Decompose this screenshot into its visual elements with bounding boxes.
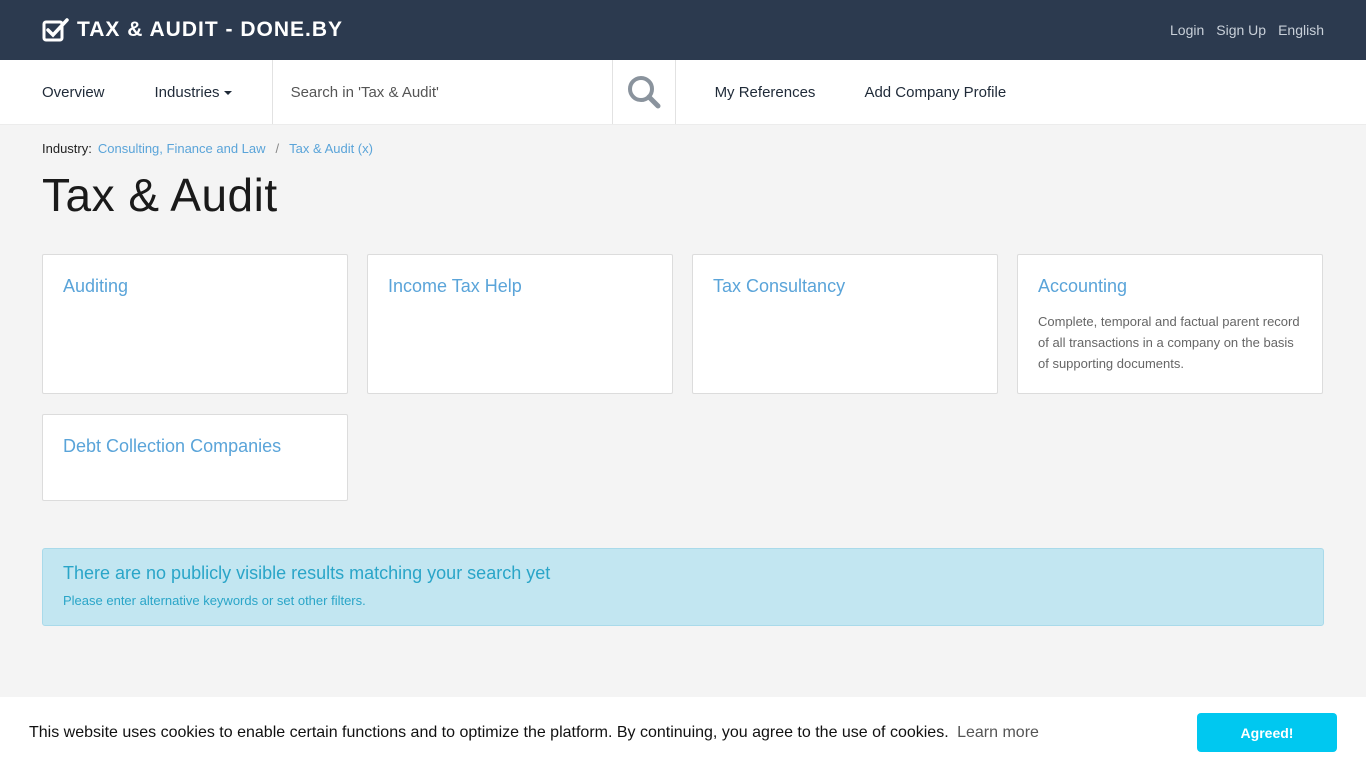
breadcrumb-current[interactable]: Tax & Audit (x) bbox=[289, 141, 373, 156]
category-card[interactable]: Income Tax Help bbox=[367, 254, 673, 394]
nav-overview[interactable]: Overview bbox=[0, 60, 105, 124]
card-description: Complete, temporal and factual parent re… bbox=[1038, 314, 1300, 371]
cookie-text: This website uses cookies to enable cert… bbox=[29, 723, 949, 741]
brand-name: TAX & AUDIT - DONE.BY bbox=[77, 18, 343, 41]
category-card[interactable]: Accounting Complete, temporal and factua… bbox=[1017, 254, 1323, 394]
breadcrumb-prefix: Industry: bbox=[42, 141, 92, 156]
card-title[interactable]: Auditing bbox=[63, 276, 327, 297]
cookie-learn-more-link[interactable]: Learn more bbox=[957, 724, 1039, 741]
cookie-message: This website uses cookies to enable cert… bbox=[29, 724, 1039, 742]
cookie-banner: This website uses cookies to enable cert… bbox=[0, 697, 1366, 768]
main-content: Industry: Consulting, Finance and Law / … bbox=[0, 141, 1366, 626]
top-links: Login Sign Up English bbox=[1170, 22, 1324, 38]
category-card[interactable]: Auditing bbox=[42, 254, 348, 394]
top-header: TAX & AUDIT - DONE.BY Login Sign Up Engl… bbox=[0, 0, 1366, 60]
nav-add-company-profile[interactable]: Add Company Profile bbox=[825, 84, 1016, 101]
page-title: Tax & Audit bbox=[42, 169, 278, 221]
nav-industries-dropdown[interactable]: Industries bbox=[105, 60, 272, 124]
signup-link[interactable]: Sign Up bbox=[1216, 22, 1266, 38]
alert-text: Please enter alternative keywords or set… bbox=[63, 593, 366, 608]
breadcrumb: Industry: Consulting, Finance and Law / … bbox=[42, 141, 1324, 156]
checkbox-check-icon bbox=[42, 18, 69, 42]
search-input[interactable] bbox=[272, 60, 612, 124]
card-title[interactable]: Accounting bbox=[1038, 276, 1302, 297]
category-card[interactable]: Tax Consultancy bbox=[692, 254, 998, 394]
search-group bbox=[271, 60, 676, 124]
category-cards: Auditing Income Tax Help Tax Consultancy… bbox=[42, 254, 1324, 501]
login-link[interactable]: Login bbox=[1170, 22, 1204, 38]
card-title[interactable]: Income Tax Help bbox=[388, 276, 652, 297]
caret-down-icon bbox=[223, 91, 232, 95]
no-results-alert: There are no publicly visible results ma… bbox=[42, 548, 1324, 626]
language-link[interactable]: English bbox=[1278, 22, 1324, 38]
search-button[interactable] bbox=[611, 60, 675, 124]
brand-logo[interactable]: TAX & AUDIT - DONE.BY bbox=[42, 18, 343, 42]
breadcrumb-parent[interactable]: Consulting, Finance and Law bbox=[98, 141, 266, 156]
cookie-agree-button[interactable]: Agreed! bbox=[1197, 713, 1337, 752]
alert-title: There are no publicly visible results ma… bbox=[63, 563, 551, 583]
nav-my-references[interactable]: My References bbox=[676, 84, 826, 101]
card-title[interactable]: Tax Consultancy bbox=[713, 276, 977, 297]
search-icon bbox=[627, 76, 661, 109]
card-title[interactable]: Debt Collection Companies bbox=[63, 436, 327, 457]
main-nav: Overview Industries My References Add Co… bbox=[0, 60, 1366, 125]
nav-industries-label: Industries bbox=[154, 83, 220, 101]
nav-right-links: My References Add Company Profile bbox=[676, 60, 1017, 124]
category-card[interactable]: Debt Collection Companies bbox=[42, 414, 348, 501]
breadcrumb-separator: / bbox=[275, 141, 280, 156]
